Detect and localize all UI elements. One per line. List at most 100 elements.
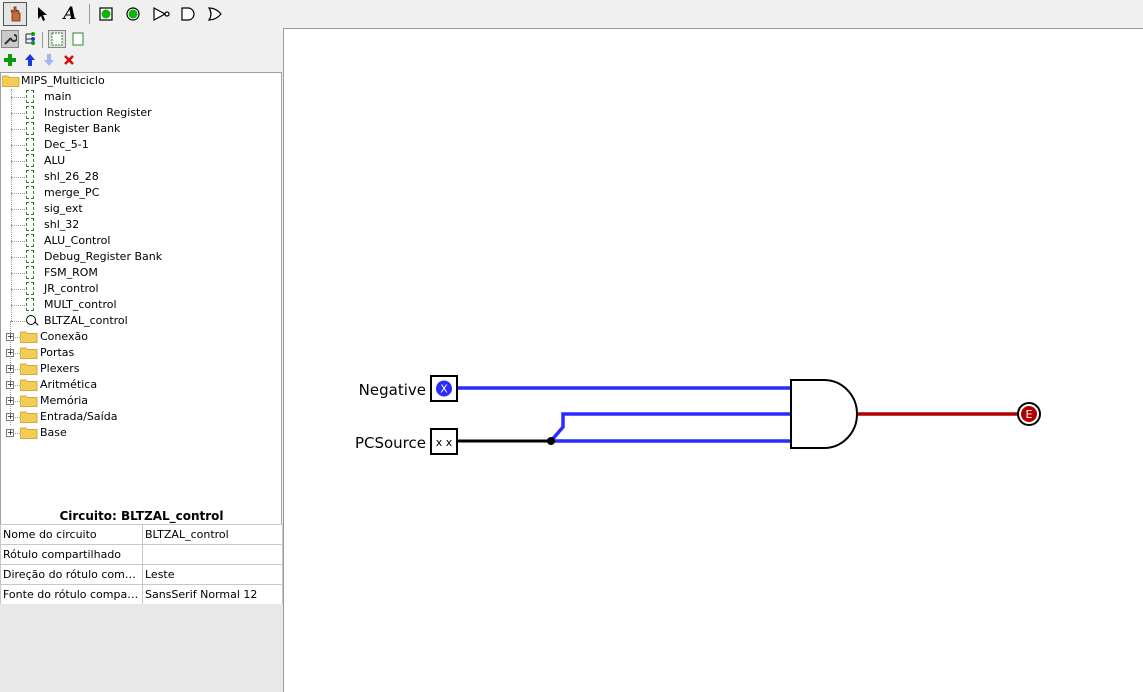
circuit-icon <box>26 138 34 151</box>
current-circuit-icon <box>26 315 39 326</box>
library-item[interactable]: + Portas <box>1 345 281 361</box>
circuit-item[interactable]: sig_ext <box>1 201 281 217</box>
project-root[interactable]: MIPS_Multiciclo <box>1 73 281 89</box>
folder-icon <box>20 347 38 359</box>
tree-guide-line <box>11 241 25 242</box>
attribute-table: Nome do circuito BLTZAL_control Rótulo com… <box>0 524 283 605</box>
expand-icon[interactable]: + <box>6 365 14 373</box>
text-tool-icon[interactable]: A <box>58 2 82 26</box>
circuit-item[interactable]: ALU_Control <box>1 233 281 249</box>
circuit-icon <box>26 122 34 135</box>
project-toolbar <box>0 50 283 70</box>
move-down-icon[interactable] <box>40 51 58 69</box>
tree-guide-line <box>11 129 25 130</box>
or-gate-icon[interactable] <box>203 2 227 26</box>
expand-icon[interactable]: + <box>6 333 14 341</box>
output-pin-icon[interactable] <box>121 2 145 26</box>
circuit-item[interactable]: Register Bank <box>1 121 281 137</box>
circuit-icon <box>26 154 34 167</box>
magnifier-handle <box>34 321 39 326</box>
input-pin-icon[interactable] <box>94 2 118 26</box>
tree-guide-line <box>11 321 25 322</box>
wrench-icon[interactable] <box>1 30 19 48</box>
folder-icon <box>20 395 38 407</box>
appearance-view-icon[interactable] <box>69 30 87 48</box>
attribute-value[interactable] <box>142 544 283 565</box>
select-tool-icon[interactable] <box>30 2 54 26</box>
attribute-value[interactable]: Leste <box>142 564 283 585</box>
circuit-item-label: shl_32 <box>44 218 80 231</box>
circuit-item-label: sig_ext <box>44 202 83 215</box>
circuit-item[interactable]: shl_32 <box>1 217 281 233</box>
library-item[interactable]: + Conexão <box>1 329 281 345</box>
project-name: MIPS_Multiciclo <box>21 74 105 87</box>
attribute-row: Fonte do rótulo compartilhadoSansSerif N… <box>0 584 283 605</box>
circuit-item[interactable]: shl_26_28 <box>1 169 281 185</box>
library-item-label: Aritmética <box>40 378 98 391</box>
library-item[interactable]: + Plexers <box>1 361 281 377</box>
toolbar-separator <box>89 4 90 24</box>
pin-state-value: X <box>440 383 448 396</box>
tree-guide-line <box>11 145 25 146</box>
tree-guide-line <box>11 193 25 194</box>
circuit-icon <box>26 234 34 247</box>
attribute-row: Nome do circuito BLTZAL_control <box>0 524 283 545</box>
output-state-value: E <box>1026 408 1033 421</box>
folder-icon <box>20 379 38 391</box>
simulation-tree-icon[interactable] <box>21 30 39 48</box>
attribute-row: Direção do rótulo compartilhadoLeste <box>0 564 283 585</box>
tree-guide-line <box>11 289 25 290</box>
expand-icon[interactable]: + <box>6 381 14 389</box>
delete-circuit-icon[interactable] <box>60 51 78 69</box>
circuit-item[interactable]: JR_control <box>1 281 281 297</box>
library-item-label: Portas <box>40 346 75 359</box>
circuit-icon <box>26 250 34 263</box>
library-item-label: Base <box>40 426 67 439</box>
circuit-icon <box>26 170 34 183</box>
circuit-icon <box>26 298 34 311</box>
circuit-item-label: Debug_Register Bank <box>44 250 163 263</box>
circuit-item[interactable]: Instruction Register <box>1 105 281 121</box>
expand-icon[interactable]: + <box>6 429 14 437</box>
circuit-item[interactable]: main <box>1 89 281 105</box>
library-item[interactable]: + Base <box>1 425 281 441</box>
attribute-key: Rótulo compartilhado <box>0 544 143 565</box>
expand-icon[interactable]: + <box>6 413 14 421</box>
left-panel: MIPS_Multiciclo main Instruction Register… <box>0 28 283 692</box>
move-up-icon[interactable] <box>21 51 39 69</box>
explorer-tree: MIPS_Multiciclo main Instruction Register… <box>0 72 282 536</box>
library-item-label: Entrada/Saída <box>40 410 118 423</box>
expand-icon[interactable]: + <box>6 397 14 405</box>
circuit-canvas[interactable]: X x x E Negative PCSource <box>283 28 1143 692</box>
attribute-value[interactable]: SansSerif Normal 12 <box>142 584 283 605</box>
circuit-item[interactable]: FSM_ROM <box>1 265 281 281</box>
circuit-icon <box>26 106 34 119</box>
folder-icon <box>20 331 38 343</box>
circuit-item[interactable]: Debug_Register Bank <box>1 249 281 265</box>
and-gate-icon[interactable] <box>176 2 200 26</box>
add-circuit-icon[interactable] <box>1 51 19 69</box>
circuit-item[interactable]: merge_PC <box>1 185 281 201</box>
poke-tool-icon[interactable] <box>3 2 27 26</box>
layout-view-icon[interactable] <box>48 30 66 48</box>
library-item[interactable]: + Memória <box>1 393 281 409</box>
circuit-item-label: ALU_Control <box>44 234 111 247</box>
not-gate-icon[interactable] <box>149 2 173 26</box>
library-item[interactable]: + Aritmética <box>1 377 281 393</box>
circuit-item[interactable]: Dec_5-1 <box>1 137 281 153</box>
circuit-item[interactable]: BLTZAL_control <box>1 313 281 329</box>
attribute-panel-title: Circuito: BLTZAL_control <box>59 509 224 523</box>
expand-icon[interactable]: + <box>6 349 14 357</box>
library-item[interactable]: + Entrada/Saída <box>1 409 281 425</box>
circuit-item[interactable]: ALU <box>1 153 281 169</box>
circuit-item-label: MULT_control <box>44 298 117 311</box>
attribute-value[interactable]: BLTZAL_control <box>142 524 283 545</box>
circuit-item[interactable]: MULT_control <box>1 297 281 313</box>
circuit-icon <box>26 282 34 295</box>
and-gate[interactable] <box>790 379 858 449</box>
logisim-window: A MIPS_Multiciclo main Instruction Regis… <box>0 0 1143 692</box>
circuit-item-label: JR_control <box>44 282 99 295</box>
explorer-toolbar <box>0 28 283 50</box>
wire-pcsource-bit1[interactable] <box>549 412 792 443</box>
library-item-label: Plexers <box>40 362 80 375</box>
